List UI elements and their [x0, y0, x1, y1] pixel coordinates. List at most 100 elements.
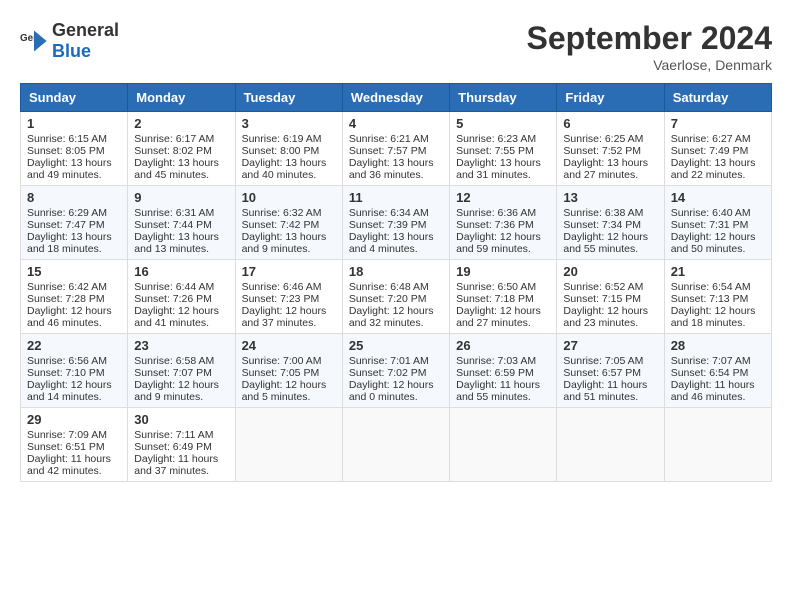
calendar-cell: 18 Sunrise: 6:48 AMSunset: 7:20 PMDayligh…: [342, 260, 449, 334]
weekday-header-sunday: Sunday: [21, 84, 128, 112]
day-number: 22: [27, 338, 121, 353]
day-info: Sunrise: 6:42 AMSunset: 7:28 PMDaylight:…: [27, 281, 121, 329]
day-info: Sunrise: 6:34 AMSunset: 7:39 PMDaylight:…: [349, 207, 443, 255]
calendar-cell: 5 Sunrise: 6:23 AMSunset: 7:55 PMDaylight…: [450, 112, 557, 186]
page-header: Gen General Blue September 2024 Vaerlose…: [20, 20, 772, 73]
day-number: 21: [671, 264, 765, 279]
logo-icon: Gen: [20, 27, 48, 55]
calendar-cell: 6Sunrise: 6:25 AMSunset: 7:52 PMDaylight…: [557, 112, 664, 186]
day-info: Sunrise: 6:19 AMSunset: 8:00 PMDaylight:…: [242, 133, 336, 181]
day-number: 27: [563, 338, 657, 353]
day-number: 3: [242, 116, 336, 131]
day-number: 23: [134, 338, 228, 353]
calendar-cell: [664, 408, 771, 482]
calendar-cell: 1 Sunrise: 6:15 AMSunset: 8:05 PMDaylight…: [21, 112, 128, 186]
day-number: 12: [456, 190, 550, 205]
calendar-cell: 30Sunrise: 7:11 AMSunset: 6:49 PMDayligh…: [128, 408, 235, 482]
calendar-cell: 29Sunrise: 7:09 AMSunset: 6:51 PMDayligh…: [21, 408, 128, 482]
day-number: 11: [349, 190, 443, 205]
day-number: 9: [134, 190, 228, 205]
calendar-cell: 16Sunrise: 6:44 AMSunset: 7:26 PMDayligh…: [128, 260, 235, 334]
day-info: Sunrise: 6:29 AMSunset: 7:47 PMDaylight:…: [27, 207, 121, 255]
calendar-week-row: 1 Sunrise: 6:15 AMSunset: 8:05 PMDaylight…: [21, 112, 772, 186]
weekday-header-saturday: Saturday: [664, 84, 771, 112]
day-info: Sunrise: 7:03 AMSunset: 6:59 PMDaylight:…: [456, 355, 550, 403]
calendar-cell: 12 Sunrise: 6:36 AMSunset: 7:36 PMDayligh…: [450, 186, 557, 260]
calendar-cell: 24 Sunrise: 7:00 AMSunset: 7:05 PMDayligh…: [235, 334, 342, 408]
month-year-title: September 2024: [527, 20, 772, 57]
calendar-cell: 14Sunrise: 6:40 AMSunset: 7:31 PMDayligh…: [664, 186, 771, 260]
weekday-header-wednesday: Wednesday: [342, 84, 449, 112]
day-info: Sunrise: 6:56 AMSunset: 7:10 PMDaylight:…: [27, 355, 121, 403]
weekday-header-thursday: Thursday: [450, 84, 557, 112]
day-number: 25: [349, 338, 443, 353]
location-text: Vaerlose, Denmark: [527, 57, 772, 73]
calendar-cell: [557, 408, 664, 482]
day-number: 26: [456, 338, 550, 353]
day-info: Sunrise: 6:25 AMSunset: 7:52 PMDaylight:…: [563, 133, 657, 181]
day-info: Sunrise: 6:21 AMSunset: 7:57 PMDaylight:…: [349, 133, 443, 181]
calendar-cell: 17 Sunrise: 6:46 AMSunset: 7:23 PMDayligh…: [235, 260, 342, 334]
day-info: Sunrise: 6:27 AMSunset: 7:49 PMDaylight:…: [671, 133, 765, 181]
calendar-cell: [342, 408, 449, 482]
logo: Gen General Blue: [20, 20, 119, 62]
calendar-cell: 7 Sunrise: 6:27 AMSunset: 7:49 PMDaylight…: [664, 112, 771, 186]
weekday-header-row: SundayMondayTuesdayWednesdayThursdayFrid…: [21, 84, 772, 112]
weekday-header-tuesday: Tuesday: [235, 84, 342, 112]
day-info: Sunrise: 7:00 AMSunset: 7:05 PMDaylight:…: [242, 355, 336, 403]
calendar-cell: [235, 408, 342, 482]
day-info: Sunrise: 6:54 AMSunset: 7:13 PMDaylight:…: [671, 281, 765, 329]
day-info: Sunrise: 6:31 AMSunset: 7:44 PMDaylight:…: [134, 207, 228, 255]
day-number: 10: [242, 190, 336, 205]
calendar-week-row: 15Sunrise: 6:42 AMSunset: 7:28 PMDayligh…: [21, 260, 772, 334]
day-info: Sunrise: 7:09 AMSunset: 6:51 PMDaylight:…: [27, 429, 121, 477]
calendar-cell: 9 Sunrise: 6:31 AMSunset: 7:44 PMDaylight…: [128, 186, 235, 260]
day-number: 13: [563, 190, 657, 205]
calendar-cell: 20Sunrise: 6:52 AMSunset: 7:15 PMDayligh…: [557, 260, 664, 334]
day-info: Sunrise: 6:17 AMSunset: 8:02 PMDaylight:…: [134, 133, 228, 181]
day-info: Sunrise: 6:15 AMSunset: 8:05 PMDaylight:…: [27, 133, 121, 181]
day-info: Sunrise: 6:36 AMSunset: 7:36 PMDaylight:…: [456, 207, 550, 255]
day-number: 7: [671, 116, 765, 131]
title-section: September 2024 Vaerlose, Denmark: [527, 20, 772, 73]
calendar-week-row: 8 Sunrise: 6:29 AMSunset: 7:47 PMDaylight…: [21, 186, 772, 260]
day-info: Sunrise: 6:58 AMSunset: 7:07 PMDaylight:…: [134, 355, 228, 403]
calendar-cell: 13Sunrise: 6:38 AMSunset: 7:34 PMDayligh…: [557, 186, 664, 260]
calendar-table: SundayMondayTuesdayWednesdayThursdayFrid…: [20, 83, 772, 482]
calendar-cell: 26 Sunrise: 7:03 AMSunset: 6:59 PMDayligh…: [450, 334, 557, 408]
day-info: Sunrise: 6:40 AMSunset: 7:31 PMDaylight:…: [671, 207, 765, 255]
day-info: Sunrise: 6:48 AMSunset: 7:20 PMDaylight:…: [349, 281, 443, 329]
weekday-header-friday: Friday: [557, 84, 664, 112]
day-number: 24: [242, 338, 336, 353]
calendar-cell: [450, 408, 557, 482]
calendar-cell: 3 Sunrise: 6:19 AMSunset: 8:00 PMDaylight…: [235, 112, 342, 186]
day-number: 1: [27, 116, 121, 131]
day-info: Sunrise: 7:05 AMSunset: 6:57 PMDaylight:…: [563, 355, 657, 403]
calendar-cell: 23 Sunrise: 6:58 AMSunset: 7:07 PMDayligh…: [128, 334, 235, 408]
calendar-week-row: 29Sunrise: 7:09 AMSunset: 6:51 PMDayligh…: [21, 408, 772, 482]
day-number: 19: [456, 264, 550, 279]
calendar-cell: 2 Sunrise: 6:17 AMSunset: 8:02 PMDaylight…: [128, 112, 235, 186]
weekday-header-monday: Monday: [128, 84, 235, 112]
day-info: Sunrise: 6:44 AMSunset: 7:26 PMDaylight:…: [134, 281, 228, 329]
day-info: Sunrise: 7:07 AMSunset: 6:54 PMDaylight:…: [671, 355, 765, 403]
day-number: 17: [242, 264, 336, 279]
day-info: Sunrise: 6:46 AMSunset: 7:23 PMDaylight:…: [242, 281, 336, 329]
day-number: 5: [456, 116, 550, 131]
day-number: 20: [563, 264, 657, 279]
day-number: 30: [134, 412, 228, 427]
day-number: 4: [349, 116, 443, 131]
calendar-cell: 22 Sunrise: 6:56 AMSunset: 7:10 PMDayligh…: [21, 334, 128, 408]
logo-blue-text: Blue: [52, 41, 91, 61]
day-info: Sunrise: 6:23 AMSunset: 7:55 PMDaylight:…: [456, 133, 550, 181]
day-number: 8: [27, 190, 121, 205]
day-number: 18: [349, 264, 443, 279]
calendar-cell: 11 Sunrise: 6:34 AMSunset: 7:39 PMDayligh…: [342, 186, 449, 260]
logo-general-text: General: [52, 20, 119, 40]
calendar-cell: 15Sunrise: 6:42 AMSunset: 7:28 PMDayligh…: [21, 260, 128, 334]
calendar-cell: 4 Sunrise: 6:21 AMSunset: 7:57 PMDaylight…: [342, 112, 449, 186]
calendar-cell: 8 Sunrise: 6:29 AMSunset: 7:47 PMDaylight…: [21, 186, 128, 260]
day-number: 28: [671, 338, 765, 353]
day-number: 2: [134, 116, 228, 131]
calendar-cell: 21 Sunrise: 6:54 AMSunset: 7:13 PMDayligh…: [664, 260, 771, 334]
